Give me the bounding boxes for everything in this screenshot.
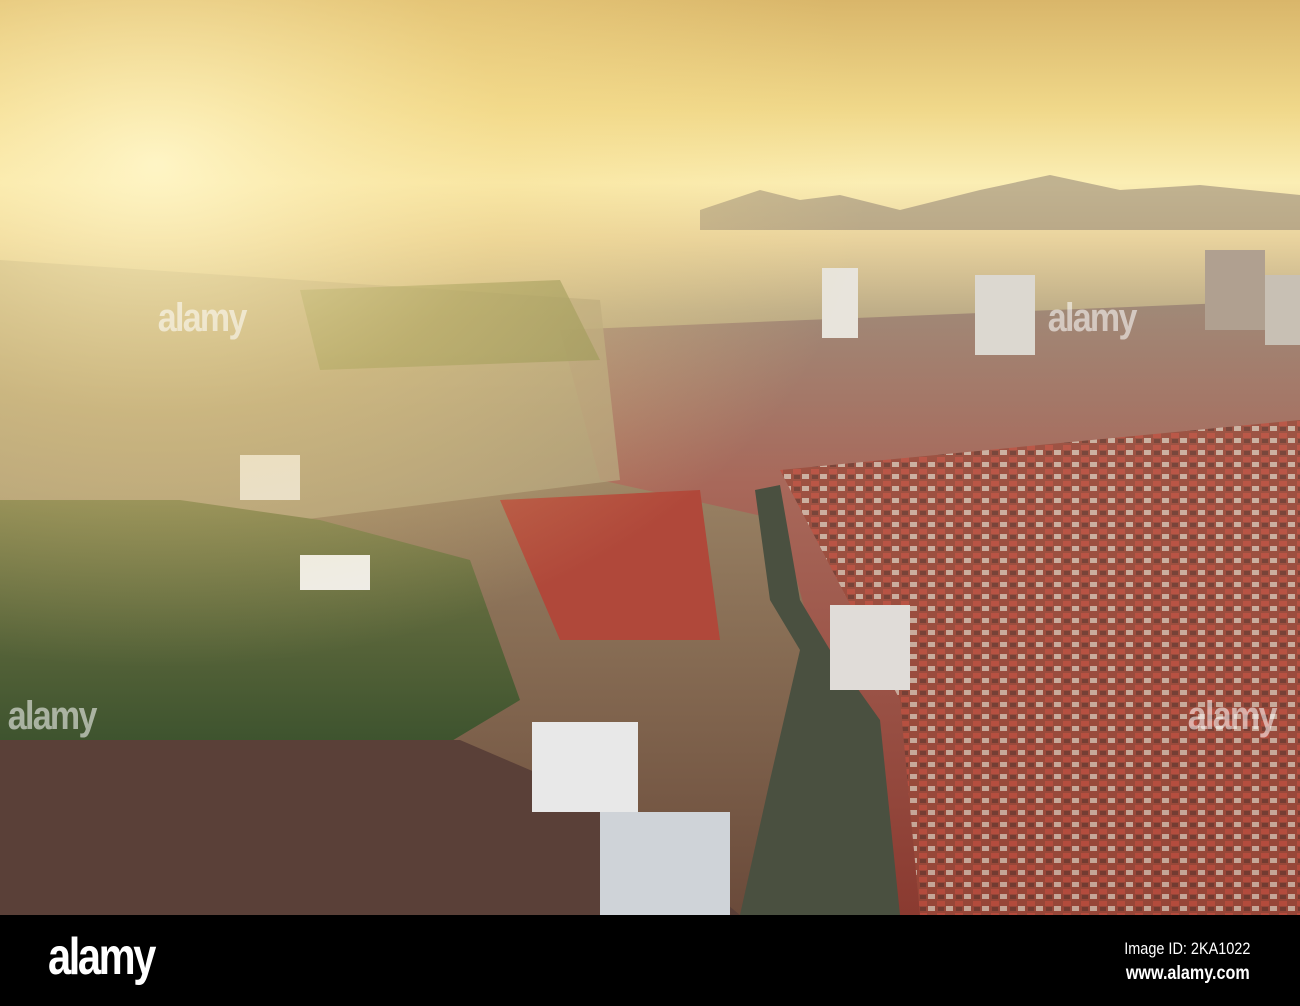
watermark: alamy [7,694,98,738]
stock-footer: alamy Image ID: 2KA1022 www.alamy.com [0,915,1300,1006]
watermark: alamy [157,296,248,340]
alamy-logo: alamy [48,928,156,986]
aerial-photo: alamy alamy alamy alamy [0,0,1300,915]
watermark: alamy [1047,296,1138,340]
watermark: alamy [1187,694,1278,738]
site-url: www.alamy.com [1126,963,1250,984]
city-scene [0,0,1300,915]
image-id: Image ID: 2KA1022 [1123,939,1250,958]
